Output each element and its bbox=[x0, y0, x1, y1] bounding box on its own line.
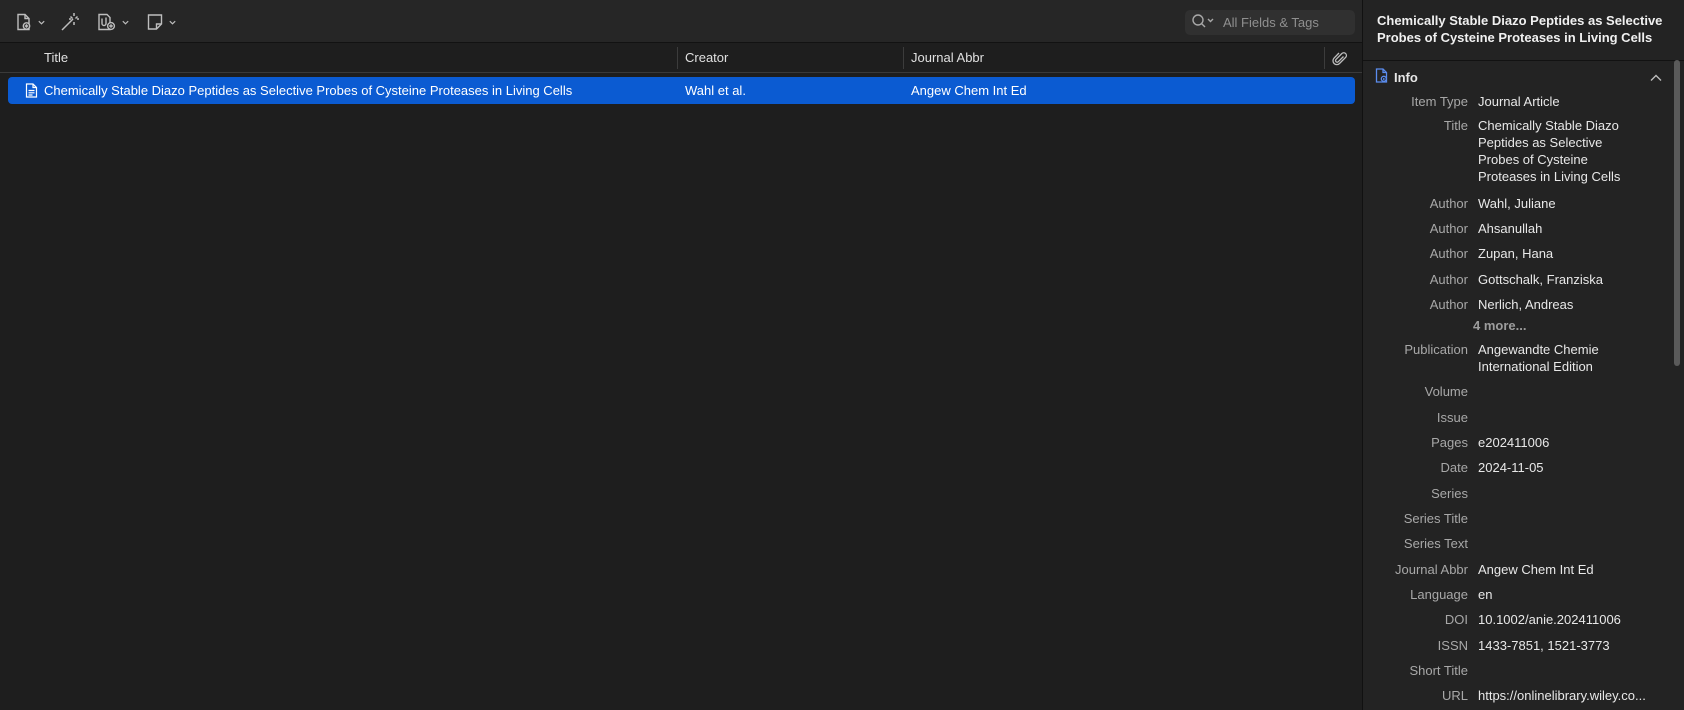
add-attachment-button[interactable] bbox=[96, 9, 130, 35]
field-url[interactable]: https://onlinelibrary.wiley.co... bbox=[1478, 687, 1658, 704]
field-author[interactable]: Nerlich, Andreas bbox=[1478, 296, 1648, 313]
new-note-icon bbox=[145, 12, 165, 32]
divider bbox=[1363, 60, 1684, 61]
field-label: Title bbox=[1443, 118, 1468, 133]
column-divider[interactable] bbox=[1324, 47, 1325, 69]
cell-journal-abbr: Angew Chem Int Ed bbox=[911, 83, 1027, 98]
info-section-header[interactable]: Info bbox=[1375, 67, 1671, 87]
search-input[interactable] bbox=[1223, 15, 1343, 30]
add-attachment-icon bbox=[96, 12, 118, 32]
field-label: Series Text bbox=[1403, 536, 1468, 551]
field-author[interactable]: Wahl, Juliane bbox=[1478, 195, 1648, 212]
magic-wand-icon bbox=[59, 11, 81, 33]
field-label: Language bbox=[1410, 587, 1468, 602]
items-pane: Title Creator Journal Abbr Chemically St… bbox=[0, 0, 1362, 710]
document-icon bbox=[25, 83, 38, 101]
add-by-identifier-button[interactable] bbox=[59, 9, 81, 35]
field-label: DOI bbox=[1444, 612, 1468, 627]
item-pane: Chemically Stable Diazo Peptides as Sele… bbox=[1362, 0, 1684, 710]
field-author[interactable]: Ahsanullah bbox=[1478, 220, 1648, 237]
scrollbar-thumb[interactable] bbox=[1674, 60, 1680, 366]
field-item-type[interactable]: Journal Article bbox=[1478, 93, 1648, 110]
column-divider[interactable] bbox=[903, 47, 904, 69]
paperclip-icon bbox=[1332, 52, 1348, 70]
new-note-button[interactable] bbox=[145, 9, 177, 35]
field-issn[interactable]: 1433-7851, 1521-3773 bbox=[1478, 637, 1648, 654]
field-label: Series Title bbox=[1403, 511, 1468, 526]
field-label: ISSN bbox=[1437, 638, 1468, 653]
field-label: Short Title bbox=[1409, 663, 1468, 678]
field-publication[interactable]: Angewandte Chemie International Edition bbox=[1478, 341, 1638, 375]
field-author[interactable]: Zupan, Hana bbox=[1478, 245, 1648, 262]
field-label: Pages bbox=[1431, 435, 1468, 450]
column-divider[interactable] bbox=[677, 47, 678, 69]
toolbar bbox=[0, 0, 1362, 43]
scrollbar[interactable] bbox=[1673, 60, 1681, 710]
field-language[interactable]: en bbox=[1478, 586, 1648, 603]
chevron-down-icon bbox=[37, 18, 46, 27]
more-authors-link[interactable]: 4 more... bbox=[1473, 318, 1526, 333]
field-date[interactable]: 2024-11-05 bbox=[1478, 459, 1648, 476]
column-attachments[interactable] bbox=[1332, 51, 1348, 67]
column-creator[interactable]: Creator bbox=[685, 43, 728, 73]
field-label: Author bbox=[1429, 246, 1468, 261]
field-journal-abbr[interactable]: Angew Chem Int Ed bbox=[1478, 561, 1648, 578]
field-title[interactable]: Chemically Stable Diazo Peptides as Sele… bbox=[1478, 117, 1638, 185]
new-item-button[interactable] bbox=[14, 9, 46, 35]
info-icon bbox=[1375, 68, 1389, 86]
info-section-label: Info bbox=[1394, 69, 1418, 85]
search-icon[interactable] bbox=[1191, 13, 1215, 32]
table-row[interactable]: Chemically Stable Diazo Peptides as Sele… bbox=[8, 77, 1355, 104]
column-header: Title Creator Journal Abbr bbox=[0, 43, 1362, 73]
new-item-icon bbox=[14, 12, 34, 32]
field-label: Item Type bbox=[1411, 94, 1468, 109]
field-label: Author bbox=[1429, 272, 1468, 287]
column-title[interactable]: Title bbox=[44, 43, 68, 73]
column-journal-abbr[interactable]: Journal Abbr bbox=[911, 43, 984, 73]
field-label: Volume bbox=[1424, 384, 1468, 399]
field-label: Journal Abbr bbox=[1395, 562, 1468, 577]
field-pages[interactable]: e202411006 bbox=[1478, 434, 1648, 451]
chevron-up-icon[interactable] bbox=[1649, 71, 1663, 86]
field-label: URL bbox=[1441, 688, 1468, 703]
field-label: Author bbox=[1429, 196, 1468, 211]
cell-title: Chemically Stable Diazo Peptides as Sele… bbox=[44, 83, 573, 98]
field-label: Series bbox=[1431, 486, 1468, 501]
field-label: Publication bbox=[1404, 342, 1468, 357]
search-box[interactable] bbox=[1185, 10, 1355, 35]
chevron-down-icon bbox=[121, 18, 130, 27]
field-label: Date bbox=[1440, 460, 1468, 475]
cell-creator: Wahl et al. bbox=[685, 83, 746, 98]
item-pane-title: Chemically Stable Diazo Peptides as Sele… bbox=[1377, 13, 1663, 45]
field-label: Author bbox=[1429, 221, 1468, 236]
field-doi[interactable]: 10.1002/anie.202411006 bbox=[1478, 611, 1648, 628]
chevron-down-icon bbox=[168, 18, 177, 27]
field-author[interactable]: Gottschalk, Franziska bbox=[1478, 271, 1648, 288]
field-label: Author bbox=[1429, 297, 1468, 312]
field-label: Issue bbox=[1436, 410, 1468, 425]
